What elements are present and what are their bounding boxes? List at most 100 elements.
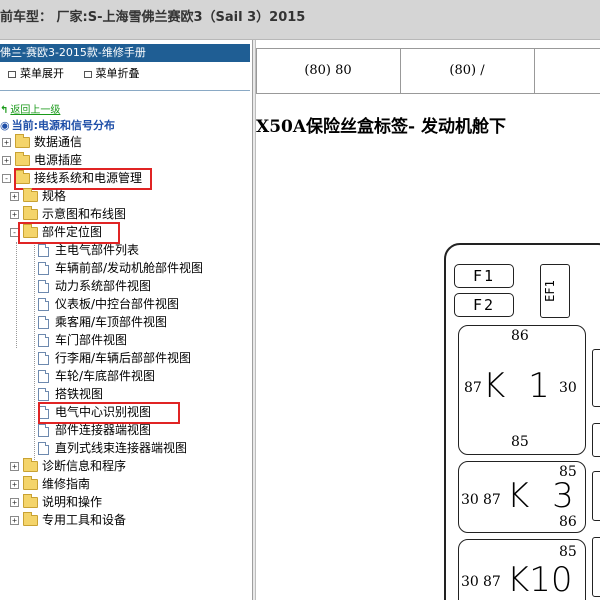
expand-icon [8,70,16,78]
relay-pin: 30 [461,492,479,508]
relay-name: K 3 [507,476,580,516]
expand-toggle-icon[interactable]: + [2,138,11,147]
cell-border [534,49,535,93]
expand-toggle-icon[interactable]: + [10,462,19,471]
partial-component [592,349,600,407]
expand-toggle-icon[interactable]: + [10,192,19,201]
folder-icon [23,458,38,472]
tree-item-label: 电源插座 [34,153,83,167]
tree-item-label[interactable]: 车辆前部/发动机舱部件视图 [55,261,203,275]
tree-item-label: 诊断信息和程序 [42,459,127,473]
tree-item-component-locator[interactable]: - 部件定位图 [10,224,102,241]
tree-item-label[interactable]: 仪表板/中控台部件视图 [55,297,179,311]
tree-item-doc[interactable]: 乘客厢/车顶部件视图 [38,314,167,331]
tree-item-data-comm[interactable]: + 数据通信 [2,134,82,151]
relay-k10: 85 30 87 K10 [458,539,586,600]
fuse-ef1-label: EF1 [542,280,557,302]
tree-item-wiring-power-mgmt[interactable]: - 接线系统和电源管理 [2,170,142,187]
relay-pin: 87 [483,574,501,590]
tree-item-descriptions[interactable]: + 说明和操作 [10,494,102,511]
tree-item-label[interactable]: 搭铁视图 [55,387,103,401]
menu-expand-button[interactable]: 菜单展开 [20,64,64,84]
tree-item-doc[interactable]: 动力系统部件视图 [38,278,151,295]
document-icon [38,262,49,275]
expand-toggle-icon[interactable]: + [10,498,19,507]
collapse-toggle-icon[interactable]: - [2,174,11,183]
expand-toggle-icon[interactable]: + [10,210,19,219]
folder-icon [23,512,38,526]
title-bar: 前车型： 厂家:S-上海雪佛兰赛欧3（Sail 3）2015 [0,0,600,40]
table-row: (80) 80 (80) / [256,48,600,94]
section-title: X50A保险丝盒标签- 发动机舱下 [256,117,507,137]
partial-component [592,471,600,521]
folder-icon [23,188,38,202]
document-icon [38,280,49,293]
tree-item-power-outlet[interactable]: + 电源插座 [2,152,82,169]
collapse-toggle-icon[interactable]: - [10,228,19,237]
window-title: 前车型： 厂家:S-上海雪佛兰赛欧3（Sail 3）2015 [0,10,306,25]
tree-item-label[interactable]: 动力系统部件视图 [55,279,151,293]
divider [0,90,250,91]
back-link-label[interactable]: 返回上一级 [10,105,60,116]
tree-item-label[interactable]: 车门部件视图 [55,333,127,347]
folder-icon [15,134,30,148]
partial-component [592,537,600,597]
tree-item-doc[interactable]: 车轮/车底部件视图 [38,368,155,385]
tree-item-doc[interactable]: 主电气部件列表 [38,242,139,259]
collapse-icon [83,70,92,78]
tree-item-doc[interactable]: 直列式线束连接器端视图 [38,440,187,457]
relay-k1: 86 87 K 1 30 85 [458,325,586,455]
relay-pin: 85 [559,544,577,560]
folder-icon [15,152,30,166]
document-icon [38,424,49,437]
tree-item-label[interactable]: 直列式线束连接器端视图 [55,441,187,455]
partial-component [592,423,600,457]
tree-item-doc[interactable]: 车辆前部/发动机舱部件视图 [38,260,203,277]
tree-item-label: 接线系统和电源管理 [34,171,143,185]
tree-item-schematics[interactable]: + 示意图和布线图 [10,206,126,223]
folder-open-icon [15,170,30,184]
tree-item-label: 说明和操作 [42,495,103,509]
relay-pin: 30 [461,574,479,590]
tree-item-label: 部件定位图 [42,225,103,239]
tree-item-doc[interactable]: 仪表板/中控台部件视图 [38,296,179,313]
relay-pin: 86 [559,514,577,530]
menu-toolbar: 菜单展开 菜单折叠 [0,64,250,84]
tree-item-label[interactable]: 行李厢/车辆后部部件视图 [55,351,191,365]
expand-toggle-icon[interactable]: + [2,156,11,165]
tree-item-diagnostics[interactable]: + 诊断信息和程序 [10,458,126,475]
manual-title-bar: 佛兰-赛欧3-2015款-维修手册 [0,44,250,62]
tree-item-doc[interactable]: 车门部件视图 [38,332,127,349]
tree-item-doc[interactable]: 部件连接器端视图 [38,422,151,439]
current-path: ◉ 当前:电源和信号分布 [0,117,115,133]
tree-item-label[interactable]: 电气中心识别视图 [55,405,151,419]
document-icon [38,370,49,383]
folder-open-icon [23,224,38,238]
back-arrow-icon: ↰ [0,105,9,116]
relay-name: K 1 [483,366,556,406]
expand-toggle-icon[interactable]: + [10,480,19,489]
tree-item-special-tools[interactable]: + 专用工具和设备 [10,512,126,529]
back-link[interactable]: ↰ 返回上一级 [0,101,60,116]
tree-item-label: 示意图和布线图 [42,207,127,221]
tree-item-electrical-center-view[interactable]: 电气中心识别视图 [38,404,151,421]
document-icon [38,352,49,365]
tree-item-label[interactable]: 乘客厢/车顶部件视图 [55,315,167,329]
folder-icon [23,206,38,220]
tree-item-specs[interactable]: + 规格 [10,188,66,205]
menu-collapse-button[interactable]: 菜单折叠 [96,64,140,84]
relay-pin: 86 [511,328,529,344]
relay-pin: 87 [464,380,482,396]
tree-item-doc[interactable]: 行李厢/车辆后部部件视图 [38,350,191,367]
tree-item-label[interactable]: 部件连接器端视图 [55,423,151,437]
tree-item-doc[interactable]: 搭铁视图 [38,386,103,403]
tree-item-label: 数据通信 [34,135,83,149]
fuse-box-diagram: F1 F2 EF1 86 87 K 1 30 85 85 30 87 K 3 8… [444,243,600,600]
expand-toggle-icon[interactable]: + [10,516,19,525]
tree-item-label[interactable]: 车轮/车底部件视图 [55,369,155,383]
tree-item-repair-guide[interactable]: + 维修指南 [10,476,90,493]
folder-icon [23,494,38,508]
relay-pin: 87 [483,492,501,508]
tree-item-label[interactable]: 主电气部件列表 [55,243,139,257]
document-icon [38,442,49,455]
